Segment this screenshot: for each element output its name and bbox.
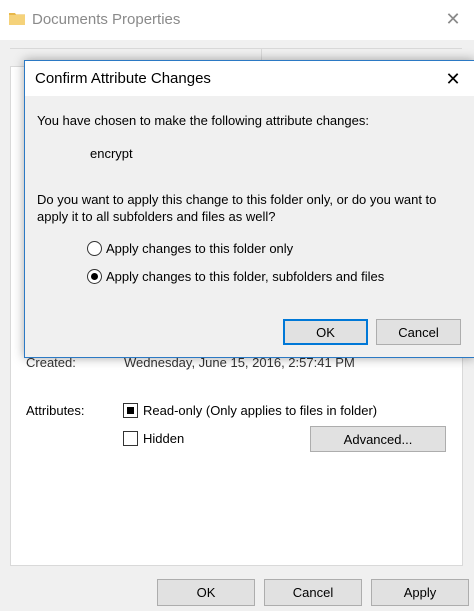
confirm-attribute-dialog: Confirm Attribute Changes ✕ You have cho… bbox=[24, 60, 474, 358]
apply-all-radio[interactable] bbox=[87, 269, 102, 284]
dialog-question-line1: Do you want to apply this change to this… bbox=[37, 192, 437, 207]
dialog-cancel-button[interactable]: Cancel bbox=[376, 319, 461, 345]
folder-only-radio[interactable] bbox=[87, 241, 102, 256]
ok-button[interactable]: OK bbox=[157, 579, 255, 606]
dialog-intro-text: You have chosen to make the following at… bbox=[37, 113, 369, 128]
dialog-titlebar: Confirm Attribute Changes ✕ bbox=[25, 61, 474, 96]
dialog-title: Confirm Attribute Changes bbox=[35, 70, 211, 87]
attribute-change-text: encrypt bbox=[90, 146, 133, 161]
apply-button[interactable]: Apply bbox=[371, 579, 469, 606]
apply-all-label[interactable]: Apply changes to this folder, subfolders… bbox=[106, 269, 384, 284]
dialog-ok-button[interactable]: OK bbox=[283, 319, 368, 345]
readonly-checkbox[interactable] bbox=[123, 403, 138, 418]
dialog-question-line2: apply it to all subfolders and files as … bbox=[37, 209, 276, 224]
folder-icon bbox=[9, 13, 25, 25]
folder-only-label[interactable]: Apply changes to this folder only bbox=[106, 241, 293, 256]
readonly-label: Read-only (Only applies to files in fold… bbox=[143, 403, 378, 418]
advanced-button[interactable]: Advanced... bbox=[310, 426, 446, 452]
dialog-close-icon[interactable]: ✕ bbox=[440, 66, 466, 92]
properties-close-icon[interactable]: ✕ bbox=[440, 6, 466, 32]
hidden-checkbox[interactable] bbox=[123, 431, 138, 446]
attributes-label: Attributes: bbox=[26, 403, 85, 418]
properties-title: Documents Properties bbox=[32, 11, 181, 28]
cancel-button[interactable]: Cancel bbox=[264, 579, 362, 606]
properties-titlebar: Documents Properties ✕ bbox=[0, 0, 474, 40]
hidden-label: Hidden bbox=[143, 431, 185, 446]
